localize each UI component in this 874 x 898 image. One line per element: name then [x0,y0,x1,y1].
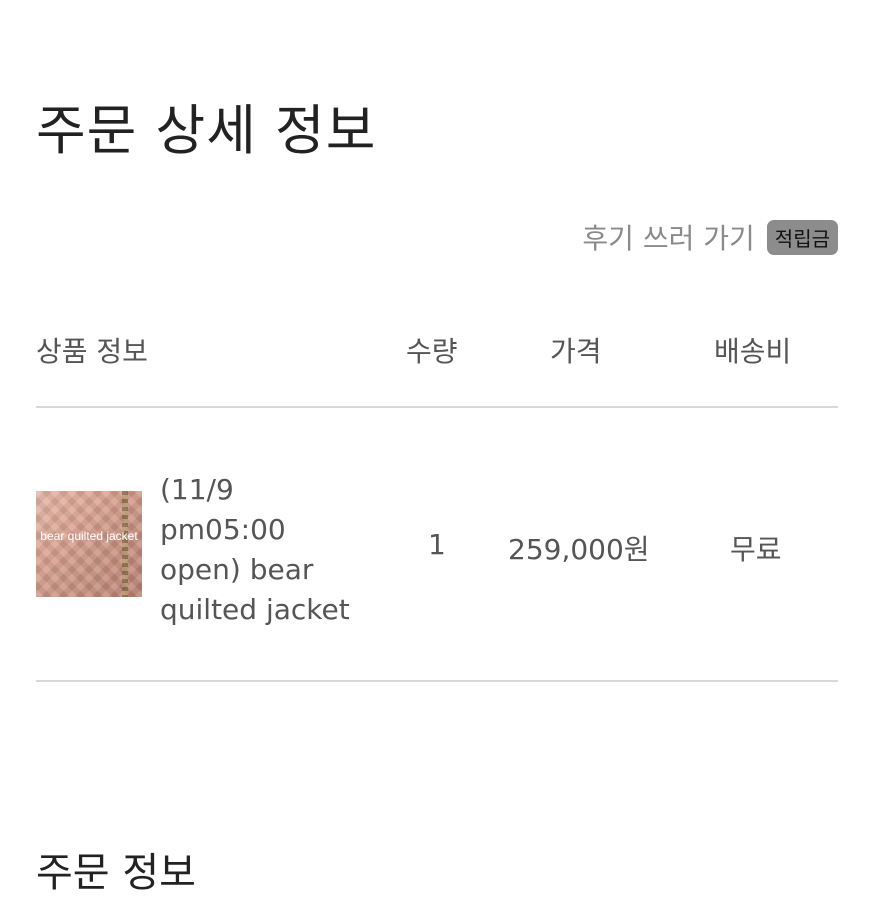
points-badge: 적립금 [766,219,838,255]
header-quantity: 수량 [406,335,458,368]
header-shipping: 배송비 [714,335,792,368]
row-divider [36,680,838,682]
header-price: 가격 [550,335,602,368]
page-title: 주문 상세 정보 [36,99,377,162]
row-quantity: 1 [428,528,446,561]
review-row: 후기 쓰러 가기 적립금 [582,217,838,257]
table-header: 상품 정보 수량 가격 배송비 [36,330,838,370]
row-values: 1 259,000원 무료 [36,528,838,568]
thumbnail-caption: bear quilted jacket [40,529,138,543]
write-review-link[interactable]: 후기 쓰러 가기 [582,217,754,257]
header-product-info: 상품 정보 [36,335,148,368]
row-shipping: 무료 [730,533,782,566]
order-info-title: 주문 정보 [36,850,196,896]
header-divider [36,406,838,408]
row-price: 259,000원 [508,533,650,566]
